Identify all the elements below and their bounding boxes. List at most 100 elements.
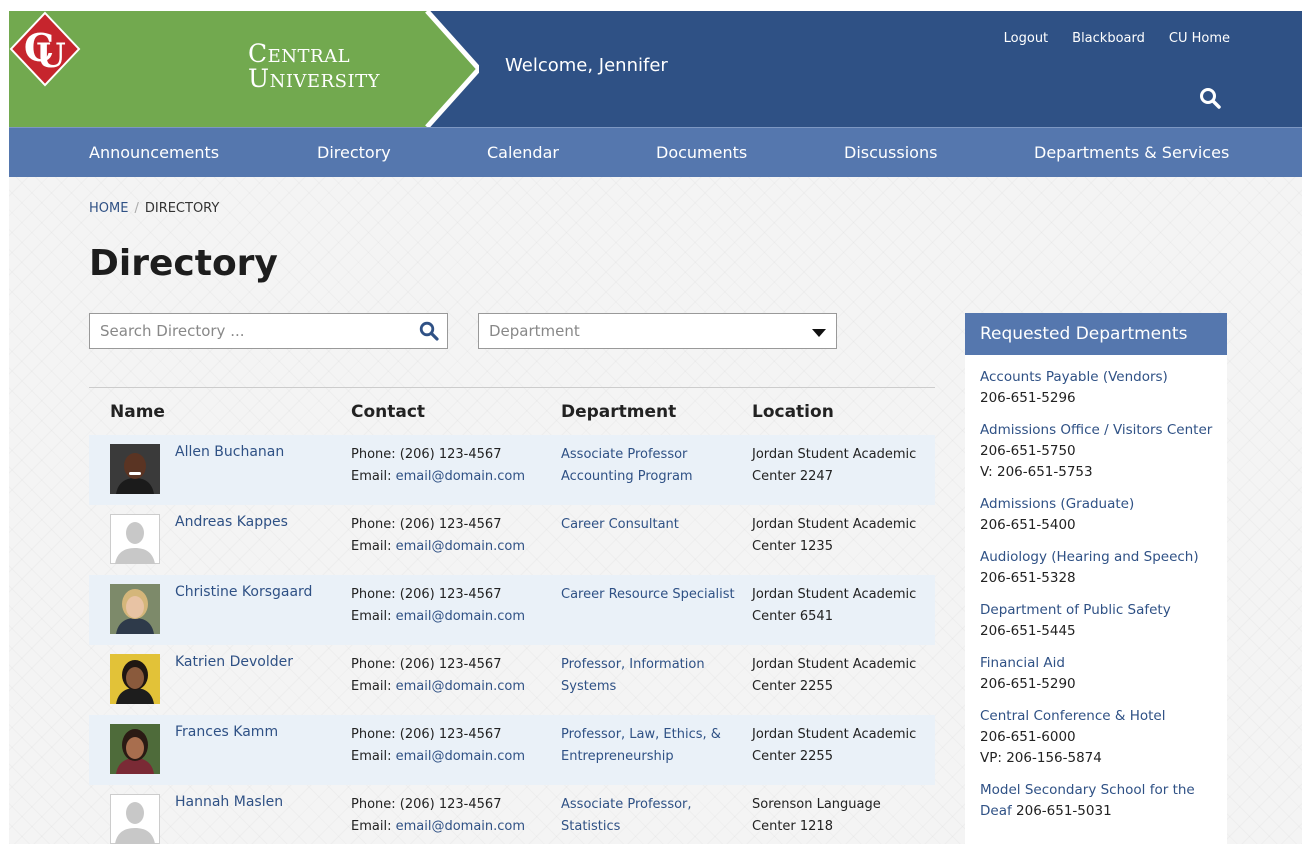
department-link[interactable]: Professor, Law, Ethics, & Entrepreneursh… xyxy=(561,724,741,768)
phone-text: 206-651-5400 xyxy=(980,517,1076,533)
logout-link[interactable]: Logout xyxy=(1004,31,1049,46)
phone-text: 206-651-5750 xyxy=(980,443,1076,459)
table-row: Allen Buchanan Phone: (206) 123-4567 Ema… xyxy=(89,435,935,505)
email-label: Email: xyxy=(351,469,392,484)
site-header: C U Central University Welcome, Jennifer… xyxy=(9,11,1302,127)
blackboard-link[interactable]: Blackboard xyxy=(1072,31,1145,46)
email-label: Email: xyxy=(351,749,392,764)
contact-info: Phone: (206) 123-4567 Email: email@domai… xyxy=(351,724,525,768)
person-name-link[interactable]: Frances Kamm xyxy=(175,724,278,740)
nav-item-announcements[interactable]: Announcements xyxy=(89,143,219,162)
breadcrumb-current: DIRECTORY xyxy=(144,201,220,216)
sidebar-item: Central Conference & Hotel 206-651-6000 … xyxy=(980,706,1217,769)
avatar[interactable] xyxy=(110,584,160,634)
phone-text: Phone: (206) 123-4567 xyxy=(351,727,502,742)
logo-text-line2: University xyxy=(248,64,380,93)
location-text: Jordan Student Academic Center 2255 xyxy=(752,727,917,764)
location-text: Jordan Student Academic Center 2247 xyxy=(752,447,917,484)
location-text: Jordan Student Academic Center 2255 xyxy=(752,657,917,694)
main-nav: Announcements Directory Calendar Documen… xyxy=(9,127,1302,177)
department-select[interactable]: Department xyxy=(478,313,837,349)
email-link[interactable]: email@domain.com xyxy=(396,609,525,624)
nav-item-calendar[interactable]: Calendar xyxy=(487,143,559,162)
person-name-link[interactable]: Hannah Maslen xyxy=(175,794,283,810)
contact-info: Phone: (206) 123-4567 Email: email@domai… xyxy=(351,514,525,558)
phone-text: Phone: (206) 123-4567 xyxy=(351,797,502,812)
department-link[interactable]: Associate Professor Accounting Program xyxy=(561,444,741,488)
person-name-link[interactable]: Andreas Kappes xyxy=(175,514,288,530)
table-row: Christine Korsgaard Phone: (206) 123-456… xyxy=(89,575,935,645)
email-label: Email: xyxy=(351,819,392,834)
email-link[interactable]: email@domain.com xyxy=(396,539,525,554)
nav-item-departments-services[interactable]: Departments & Services xyxy=(1034,143,1229,162)
logo[interactable]: C U Central University xyxy=(9,11,479,127)
contact-info: Phone: (206) 123-4567 Email: email@domai… xyxy=(351,584,525,628)
department-link[interactable]: Career Consultant xyxy=(561,514,741,536)
breadcrumb-home[interactable]: HOME xyxy=(89,201,128,216)
nav-item-discussions[interactable]: Discussions xyxy=(844,143,937,162)
table-row: Andreas Kappes Phone: (206) 123-4567 Ema… xyxy=(89,505,935,575)
avatar[interactable] xyxy=(110,724,160,774)
logo-text-line1: Central xyxy=(248,39,351,68)
sidebar-item: Admissions Office / Visitors Center 206-… xyxy=(980,420,1217,483)
cu-home-link[interactable]: CU Home xyxy=(1169,31,1230,46)
email-link[interactable]: email@domain.com xyxy=(396,819,525,834)
email-link[interactable]: email@domain.com xyxy=(396,679,525,694)
person-photo-icon xyxy=(110,444,160,494)
department-link[interactable]: Admissions Office / Visitors Center xyxy=(980,422,1212,438)
phone-text: Phone: (206) 123-4567 xyxy=(351,517,502,532)
location-text: Sorenson Language Center 1218 xyxy=(752,797,881,834)
email-link[interactable]: email@domain.com xyxy=(396,469,525,484)
person-photo-icon xyxy=(110,724,160,774)
search-icon[interactable] xyxy=(419,321,439,341)
email-label: Email: xyxy=(351,539,392,554)
page-frame: C U Central University Welcome, Jennifer… xyxy=(9,11,1302,844)
email-link[interactable]: email@domain.com xyxy=(396,749,525,764)
phone-text: 206-651-5031 xyxy=(1016,803,1112,819)
nav-item-directory[interactable]: Directory xyxy=(317,143,391,162)
avatar[interactable] xyxy=(110,444,160,494)
page-title: Directory xyxy=(89,243,278,284)
directory-search xyxy=(89,313,448,349)
department-link[interactable]: Professor, Information Systems xyxy=(561,654,741,698)
sidebar-item: Department of Public Safety 206-651-5445 xyxy=(980,600,1217,642)
sidebar-item: Admissions (Graduate) 206-651-5400 xyxy=(980,494,1217,536)
sidebar-item: Accounts Payable (Vendors) 206-651-5296 xyxy=(980,367,1217,409)
phone-text: 206-651-5328 xyxy=(980,570,1076,586)
avatar[interactable] xyxy=(110,654,160,704)
contact-info: Phone: (206) 123-4567 Email: email@domai… xyxy=(351,654,525,698)
department-link[interactable]: Central Conference & Hotel xyxy=(980,708,1165,724)
avatar[interactable] xyxy=(110,794,160,844)
column-header-department: Department xyxy=(561,402,677,422)
person-placeholder-icon xyxy=(110,514,160,564)
sidebar-title: Requested Departments xyxy=(965,313,1227,355)
phone-text: 206-651-5296 xyxy=(980,390,1076,406)
svg-text:U: U xyxy=(36,36,66,76)
cu-emblem-icon: C U xyxy=(9,11,81,87)
directory-table: Name Contact Department Location Allen B… xyxy=(89,387,935,844)
department-select-value: Department xyxy=(489,322,580,340)
person-name-link[interactable]: Christine Korsgaard xyxy=(175,584,312,600)
column-header-location: Location xyxy=(752,402,834,422)
sidebar-item: Financial Aid 206-651-5290 xyxy=(980,653,1217,695)
department-link[interactable]: Financial Aid xyxy=(980,655,1065,671)
phone-text: Phone: (206) 123-4567 xyxy=(351,657,502,672)
requested-departments-panel: Requested Departments Accounts Payable (… xyxy=(965,313,1227,844)
table-row: Katrien Devolder Phone: (206) 123-4567 E… xyxy=(89,645,935,715)
department-link[interactable]: Associate Professor, Statistics xyxy=(561,794,741,838)
phone-text: Phone: (206) 123-4567 xyxy=(351,587,502,602)
department-link[interactable]: Career Resource Specialist xyxy=(561,584,741,606)
person-name-link[interactable]: Katrien Devolder xyxy=(175,654,293,670)
department-link[interactable]: Accounts Payable (Vendors) xyxy=(980,369,1168,385)
email-label: Email: xyxy=(351,609,392,624)
sidebar-item: Audiology (Hearing and Speech) 206-651-5… xyxy=(980,547,1217,589)
department-link[interactable]: Department of Public Safety xyxy=(980,602,1171,618)
avatar[interactable] xyxy=(110,514,160,564)
person-name-link[interactable]: Allen Buchanan xyxy=(175,444,284,460)
search-icon[interactable] xyxy=(1199,87,1221,109)
nav-item-documents[interactable]: Documents xyxy=(656,143,747,162)
caret-down-icon xyxy=(812,329,826,337)
search-input[interactable] xyxy=(90,314,410,348)
department-link[interactable]: Audiology (Hearing and Speech) xyxy=(980,549,1199,565)
department-link[interactable]: Admissions (Graduate) xyxy=(980,496,1134,512)
